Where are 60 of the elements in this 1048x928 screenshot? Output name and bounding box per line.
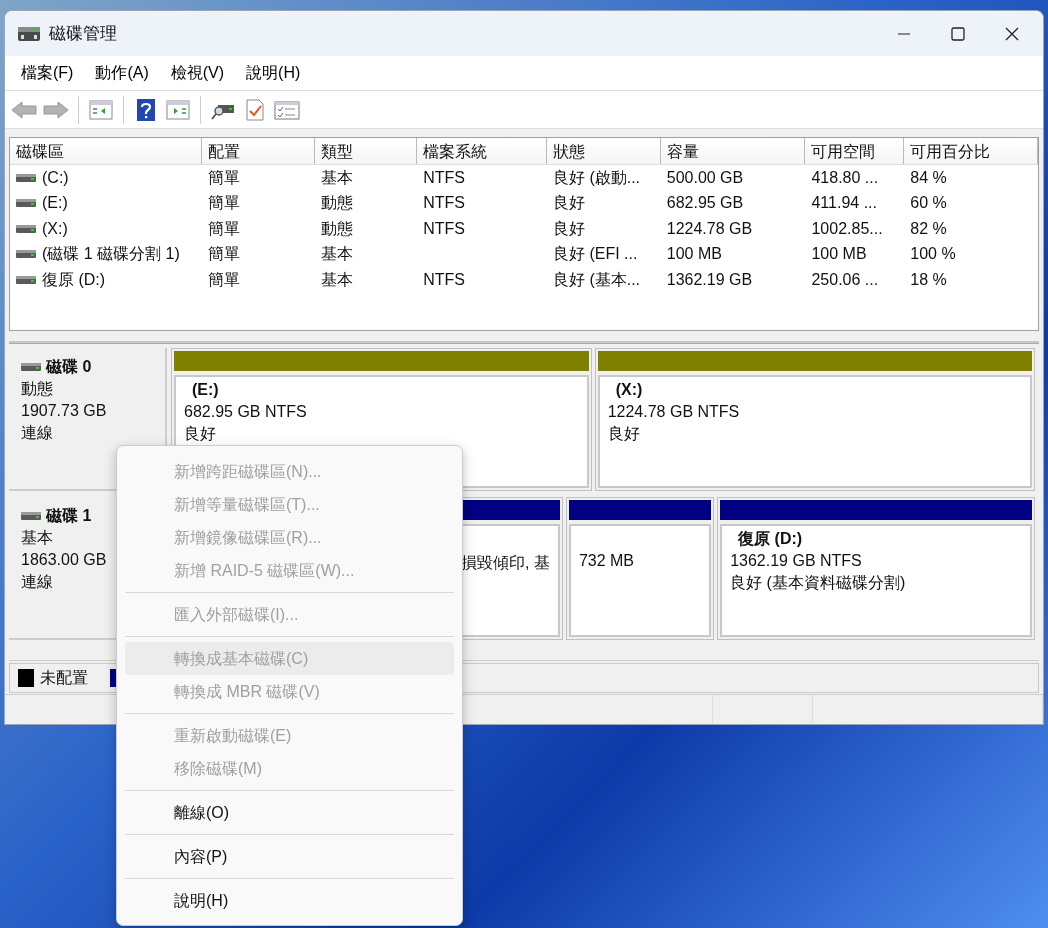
disk-name: 磁碟 1 xyxy=(46,506,92,526)
table-cell-text: 簡單 xyxy=(207,193,240,214)
table-cell-text: 1362.19 GB xyxy=(666,269,753,290)
table-cell-text: 84 % xyxy=(910,167,947,188)
table-cell-text: 682.95 GB xyxy=(666,193,744,214)
table-cell-text: 100 MB xyxy=(811,244,867,265)
legend-label: 未配置 xyxy=(40,668,88,688)
disk-status: 連線 xyxy=(21,572,54,592)
table-cell-text: 1224.78 GB xyxy=(666,218,753,239)
table-cell-text: NTFS xyxy=(423,193,465,214)
partition-info: 良好 xyxy=(184,424,217,444)
table-cell-text: 動態 xyxy=(321,218,354,239)
partition-info: 良好 (基本資料磁碟分割) xyxy=(730,573,907,593)
table-cell-text: 1002.85... xyxy=(811,218,883,239)
table-cell-text: 基本 xyxy=(321,167,354,188)
volume-label: 復原 (D:) xyxy=(737,529,804,549)
window-title: 磁碟管理 xyxy=(49,22,117,45)
table-cell-text: 良好 xyxy=(552,218,585,239)
disk-status: 連線 xyxy=(21,423,54,443)
partition-info: 1224.78 GB NTFS xyxy=(607,402,741,422)
table-cell-text: 500.00 GB xyxy=(666,167,744,188)
partition-info: 682.95 GB NTFS xyxy=(184,402,308,422)
table-cell-text: 動態 xyxy=(321,193,354,214)
disk-size: 1907.73 GB xyxy=(21,401,108,421)
table-cell-text: 復原 (D:) xyxy=(42,269,106,290)
table-cell-text: 良好 xyxy=(552,193,585,214)
volume-label: (E:) xyxy=(191,380,220,400)
table-cell-text: 良好 (EFI ... xyxy=(552,244,638,265)
table-cell-text: 100 % xyxy=(910,244,956,265)
table-cell-text: 良好 (基本... xyxy=(552,269,641,290)
table-cell-text: 簡單 xyxy=(207,218,240,239)
table-cell-text: NTFS xyxy=(423,269,465,290)
table-cell-text: 簡單 xyxy=(207,269,240,290)
volume-label: (X:) xyxy=(614,380,644,400)
partition-info: 1362.19 GB NTFS xyxy=(730,551,863,571)
partition-info: 損毀傾印, 基 xyxy=(461,554,550,571)
table-cell-text: 60 % xyxy=(910,193,947,214)
table-cell-text: 基本 xyxy=(321,244,354,265)
table-cell-text: (X:) xyxy=(42,218,68,239)
partition-info: 良好 xyxy=(607,424,641,444)
table-cell-text: NTFS xyxy=(423,218,465,239)
table-cell-text: (C:) xyxy=(42,167,69,188)
table-cell-text: (E:) xyxy=(42,193,68,214)
table-cell-text: 18 % xyxy=(910,269,947,290)
table-cell-text: 418.80 ... xyxy=(811,167,879,188)
disk-type: 動態 xyxy=(21,379,54,399)
partition-info: 732 MB xyxy=(578,551,636,571)
table-cell-text: 82 % xyxy=(910,218,947,239)
table-cell-text: NTFS xyxy=(423,167,465,188)
table-cell-text: 250.06 ... xyxy=(811,269,879,290)
table-cell-text: 簡單 xyxy=(207,167,240,188)
table-cell-text: 基本 xyxy=(321,269,354,290)
disk-type: 基本 xyxy=(21,528,54,548)
table-cell-text: 100 MB xyxy=(666,244,722,265)
disk-name: 磁碟 0 xyxy=(46,357,92,377)
table-cell-text: 簡單 xyxy=(207,244,240,265)
disk-size: 1863.00 GB xyxy=(21,550,108,570)
table-cell-text: 411.94 ... xyxy=(811,193,877,214)
table-cell-text: 良好 (啟動... xyxy=(552,167,641,188)
table-cell-text: (磁碟 1 磁碟分割 1) xyxy=(42,244,180,265)
